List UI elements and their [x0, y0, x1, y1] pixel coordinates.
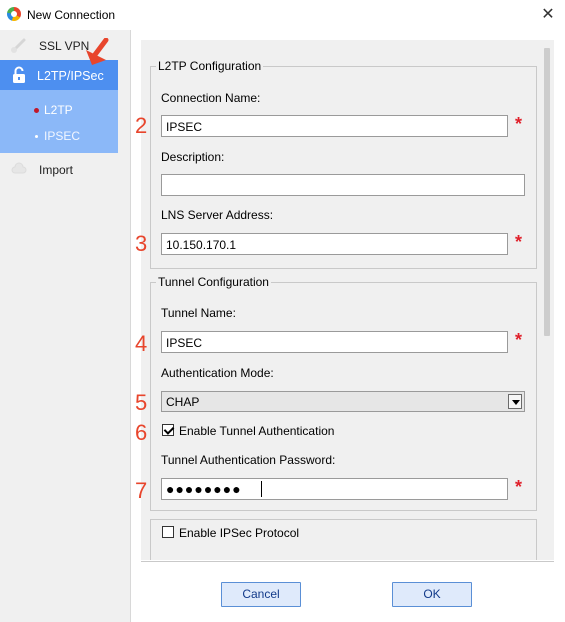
password-mask: ●●●●●●●●: [166, 481, 242, 497]
lns-server-label: LNS Server Address:: [161, 208, 274, 222]
tunnel-config-legend: Tunnel Configuration: [156, 275, 271, 289]
cancel-button[interactable]: Cancel: [221, 582, 301, 607]
connection-name-field[interactable]: IPSEC: [161, 115, 508, 137]
auth-mode-label: Authentication Mode:: [161, 366, 274, 380]
active-dot-icon: [34, 108, 39, 113]
tunnel-password-label: Tunnel Authentication Password:: [161, 453, 336, 467]
annotation-arrow-icon: [86, 38, 109, 65]
connection-name-label: Connection Name:: [161, 91, 261, 105]
sidebar-item-label: L2TP/IPSec: [37, 69, 104, 83]
chevron-down-icon[interactable]: [508, 394, 522, 409]
enable-tunnel-auth-label: Enable Tunnel Authentication: [179, 424, 335, 438]
enable-ipsec-label: Enable IPSec Protocol: [179, 526, 300, 540]
footer-divider: [141, 561, 554, 562]
auth-mode-value: CHAP: [166, 395, 200, 409]
window-title: New Connection: [27, 8, 116, 22]
required-marker: *: [515, 477, 523, 497]
tunnel-name-label: Tunnel Name:: [161, 306, 236, 320]
l2tp-config-legend: L2TP Configuration: [156, 59, 264, 73]
enable-tunnel-auth-checkbox[interactable]: [162, 424, 174, 436]
text-caret: [261, 481, 262, 497]
subitem-label: L2TP: [44, 103, 73, 117]
sidebar-divider: [130, 30, 131, 622]
step-number-annotation: 5: [135, 390, 148, 415]
enable-ipsec-checkbox[interactable]: [162, 526, 174, 538]
title-bar: New Connection ✕: [0, 0, 565, 30]
sidebar-item-label: SSL VPN: [39, 39, 90, 53]
bullet-icon: [35, 135, 38, 138]
sidebar-subnav: L2TP IPSEC: [0, 90, 118, 153]
unlock-icon: [13, 66, 25, 83]
step-number-annotation: 2: [135, 113, 148, 138]
description-field[interactable]: [161, 174, 525, 196]
app-logo-icon: [7, 7, 21, 21]
sidebar-item-import[interactable]: Import: [0, 154, 118, 184]
settings-panel: L2TP Configuration Connection Name: IPSE…: [141, 40, 554, 560]
description-label: Description:: [161, 150, 225, 164]
step-number-annotation: 3: [135, 231, 148, 256]
scrollbar-thumb[interactable]: [544, 48, 550, 336]
tunnel-name-field[interactable]: IPSEC: [161, 331, 508, 353]
required-marker: *: [515, 232, 523, 252]
auth-mode-select[interactable]: CHAP: [161, 391, 525, 412]
vertical-scrollbar[interactable]: [542, 48, 552, 552]
tunnel-password-field[interactable]: ●●●●●●●●: [161, 478, 508, 500]
required-marker: *: [515, 330, 523, 350]
sidebar-item-label: Import: [39, 163, 74, 177]
link-icon: [11, 38, 26, 53]
sidebar: SSL VPN L2TP/IPSec L2TP IPSEC Import: [0, 30, 130, 622]
cloud-icon: [11, 162, 27, 174]
step-number-annotation: 6: [135, 420, 148, 445]
step-number-annotation: 4: [135, 331, 148, 356]
required-marker: *: [515, 114, 523, 134]
subitem-label: IPSEC: [44, 129, 81, 143]
ok-button[interactable]: OK: [392, 582, 472, 607]
step-number-annotation: 7: [135, 478, 148, 503]
close-button[interactable]: ✕: [537, 4, 559, 26]
lns-server-field[interactable]: 10.150.170.1: [161, 233, 508, 255]
